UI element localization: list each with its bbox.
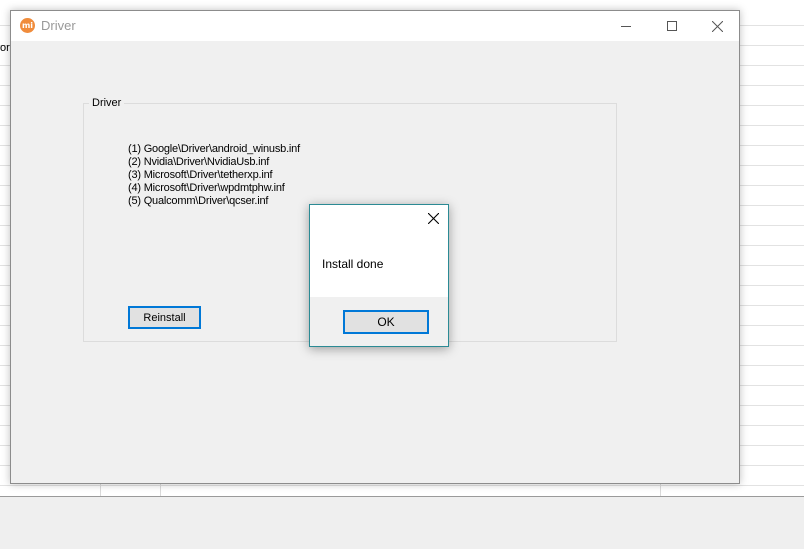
driver-list-item: (2) Nvidia\Driver\NvidiaUsb.inf <box>128 156 270 168</box>
minimize-button[interactable] <box>603 11 649 41</box>
app-logo-icon: mi <box>20 18 35 33</box>
dialog-close-button[interactable] <box>423 208 443 228</box>
close-icon <box>711 20 723 32</box>
dialog-message: Install done <box>322 257 384 271</box>
reinstall-button[interactable]: Reinstall <box>128 306 201 329</box>
ok-button[interactable]: OK <box>343 310 429 334</box>
driver-list: (1) Google\Driver\android_winusb.inf (2)… <box>128 143 300 208</box>
driver-list-item: (4) Microsoft\Driver\wpdmtphw.inf <box>128 182 285 194</box>
message-dialog: Install done OK <box>309 204 449 347</box>
window-title: Driver <box>41 18 76 33</box>
close-icon <box>427 212 439 224</box>
driver-list-item: (3) Microsoft\Driver\tetherxp.inf <box>128 169 273 181</box>
minimize-icon <box>621 26 631 27</box>
driver-list-item: (1) Google\Driver\android_winusb.inf <box>128 143 300 155</box>
maximize-icon <box>667 21 677 31</box>
title-bar[interactable]: mi Driver <box>11 11 739 41</box>
close-button[interactable] <box>694 11 740 41</box>
groupbox-label: Driver <box>89 97 125 109</box>
dialog-footer: OK <box>310 297 448 346</box>
maximize-button[interactable] <box>649 11 695 41</box>
driver-list-item: (5) Qualcomm\Driver\qcser.inf <box>128 195 269 207</box>
background-status-area <box>0 497 804 549</box>
